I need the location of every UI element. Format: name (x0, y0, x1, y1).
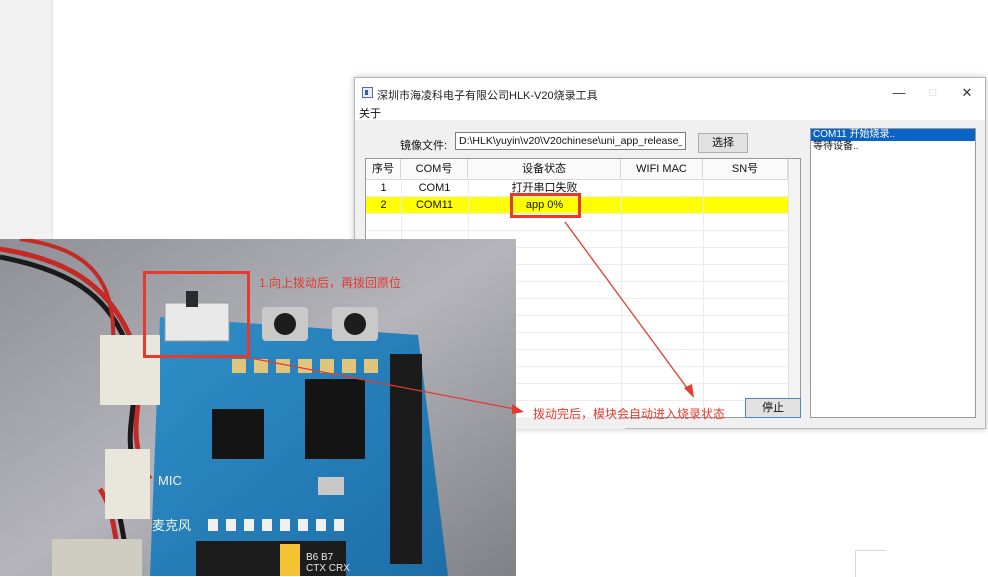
arrow-line-left (249, 357, 521, 411)
annotation-arrows (249, 221, 694, 414)
arrow-head-left (512, 404, 524, 414)
arrow-line-right (564, 221, 691, 393)
